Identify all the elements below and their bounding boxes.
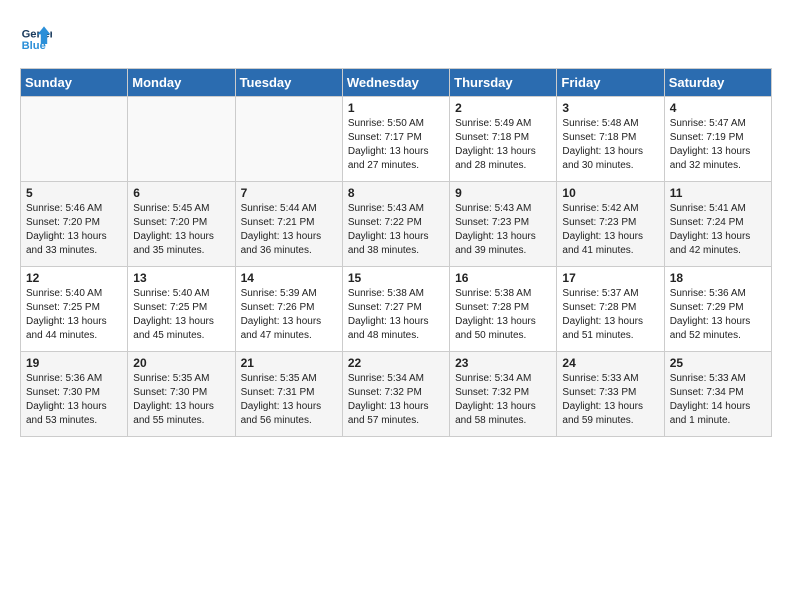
calendar-cell: 6 Sunrise: 5:45 AM Sunset: 7:20 PM Daylig… bbox=[128, 182, 235, 267]
calendar-cell: 18 Sunrise: 5:36 AM Sunset: 7:29 PM Dayli… bbox=[664, 267, 771, 352]
calendar-cell: 17 Sunrise: 5:37 AM Sunset: 7:28 PM Dayli… bbox=[557, 267, 664, 352]
day-number: 19 bbox=[26, 356, 122, 370]
day-info: Sunrise: 5:37 AM Sunset: 7:28 PM Dayligh… bbox=[562, 287, 658, 343]
day-info: Sunrise: 5:33 AM Sunset: 7:33 PM Dayligh… bbox=[562, 372, 658, 428]
calendar-cell bbox=[128, 97, 235, 182]
day-info: Sunrise: 5:38 AM Sunset: 7:28 PM Dayligh… bbox=[455, 287, 551, 343]
calendar-cell: 9 Sunrise: 5:43 AM Sunset: 7:23 PM Daylig… bbox=[450, 182, 557, 267]
day-info: Sunrise: 5:40 AM Sunset: 7:25 PM Dayligh… bbox=[26, 287, 122, 343]
calendar-cell: 15 Sunrise: 5:38 AM Sunset: 7:27 PM Dayli… bbox=[342, 267, 449, 352]
day-number: 17 bbox=[562, 271, 658, 285]
calendar-cell: 3 Sunrise: 5:48 AM Sunset: 7:18 PM Daylig… bbox=[557, 97, 664, 182]
day-info: Sunrise: 5:41 AM Sunset: 7:24 PM Dayligh… bbox=[670, 202, 766, 258]
calendar-cell: 4 Sunrise: 5:47 AM Sunset: 7:19 PM Daylig… bbox=[664, 97, 771, 182]
calendar-cell: 14 Sunrise: 5:39 AM Sunset: 7:26 PM Dayli… bbox=[235, 267, 342, 352]
day-info: Sunrise: 5:34 AM Sunset: 7:32 PM Dayligh… bbox=[348, 372, 444, 428]
page-header: General Blue bbox=[20, 20, 772, 52]
day-number: 6 bbox=[133, 186, 229, 200]
day-number: 23 bbox=[455, 356, 551, 370]
calendar-cell: 8 Sunrise: 5:43 AM Sunset: 7:22 PM Daylig… bbox=[342, 182, 449, 267]
calendar-cell: 21 Sunrise: 5:35 AM Sunset: 7:31 PM Dayli… bbox=[235, 352, 342, 437]
day-info: Sunrise: 5:49 AM Sunset: 7:18 PM Dayligh… bbox=[455, 117, 551, 173]
weekday-header: Wednesday bbox=[342, 69, 449, 97]
day-number: 7 bbox=[241, 186, 337, 200]
logo: General Blue bbox=[20, 20, 52, 52]
day-number: 1 bbox=[348, 101, 444, 115]
calendar-cell: 1 Sunrise: 5:50 AM Sunset: 7:17 PM Daylig… bbox=[342, 97, 449, 182]
calendar-cell: 22 Sunrise: 5:34 AM Sunset: 7:32 PM Dayli… bbox=[342, 352, 449, 437]
day-info: Sunrise: 5:42 AM Sunset: 7:23 PM Dayligh… bbox=[562, 202, 658, 258]
day-number: 18 bbox=[670, 271, 766, 285]
day-number: 24 bbox=[562, 356, 658, 370]
weekday-header: Tuesday bbox=[235, 69, 342, 97]
day-number: 5 bbox=[26, 186, 122, 200]
calendar-cell: 2 Sunrise: 5:49 AM Sunset: 7:18 PM Daylig… bbox=[450, 97, 557, 182]
calendar-cell: 12 Sunrise: 5:40 AM Sunset: 7:25 PM Dayli… bbox=[21, 267, 128, 352]
logo-icon: General Blue bbox=[20, 20, 52, 52]
weekday-header: Thursday bbox=[450, 69, 557, 97]
day-info: Sunrise: 5:38 AM Sunset: 7:27 PM Dayligh… bbox=[348, 287, 444, 343]
day-number: 2 bbox=[455, 101, 551, 115]
day-number: 4 bbox=[670, 101, 766, 115]
calendar-cell: 19 Sunrise: 5:36 AM Sunset: 7:30 PM Dayli… bbox=[21, 352, 128, 437]
day-number: 11 bbox=[670, 186, 766, 200]
calendar-body: 1 Sunrise: 5:50 AM Sunset: 7:17 PM Daylig… bbox=[21, 97, 772, 437]
calendar-cell: 13 Sunrise: 5:40 AM Sunset: 7:25 PM Dayli… bbox=[128, 267, 235, 352]
calendar-cell: 16 Sunrise: 5:38 AM Sunset: 7:28 PM Dayli… bbox=[450, 267, 557, 352]
day-number: 22 bbox=[348, 356, 444, 370]
calendar-cell: 25 Sunrise: 5:33 AM Sunset: 7:34 PM Dayli… bbox=[664, 352, 771, 437]
calendar-cell: 7 Sunrise: 5:44 AM Sunset: 7:21 PM Daylig… bbox=[235, 182, 342, 267]
day-info: Sunrise: 5:46 AM Sunset: 7:20 PM Dayligh… bbox=[26, 202, 122, 258]
day-number: 21 bbox=[241, 356, 337, 370]
calendar-week-row: 12 Sunrise: 5:40 AM Sunset: 7:25 PM Dayli… bbox=[21, 267, 772, 352]
weekday-header: Monday bbox=[128, 69, 235, 97]
day-number: 15 bbox=[348, 271, 444, 285]
day-number: 13 bbox=[133, 271, 229, 285]
day-info: Sunrise: 5:33 AM Sunset: 7:34 PM Dayligh… bbox=[670, 372, 766, 428]
day-info: Sunrise: 5:43 AM Sunset: 7:23 PM Dayligh… bbox=[455, 202, 551, 258]
day-info: Sunrise: 5:40 AM Sunset: 7:25 PM Dayligh… bbox=[133, 287, 229, 343]
day-info: Sunrise: 5:47 AM Sunset: 7:19 PM Dayligh… bbox=[670, 117, 766, 173]
calendar-cell: 20 Sunrise: 5:35 AM Sunset: 7:30 PM Dayli… bbox=[128, 352, 235, 437]
calendar-week-row: 1 Sunrise: 5:50 AM Sunset: 7:17 PM Daylig… bbox=[21, 97, 772, 182]
calendar-cell bbox=[235, 97, 342, 182]
calendar-cell: 24 Sunrise: 5:33 AM Sunset: 7:33 PM Dayli… bbox=[557, 352, 664, 437]
weekday-header: Saturday bbox=[664, 69, 771, 97]
day-number: 16 bbox=[455, 271, 551, 285]
weekday-header: Friday bbox=[557, 69, 664, 97]
day-info: Sunrise: 5:35 AM Sunset: 7:30 PM Dayligh… bbox=[133, 372, 229, 428]
day-info: Sunrise: 5:43 AM Sunset: 7:22 PM Dayligh… bbox=[348, 202, 444, 258]
calendar-week-row: 19 Sunrise: 5:36 AM Sunset: 7:30 PM Dayli… bbox=[21, 352, 772, 437]
weekday-header: Sunday bbox=[21, 69, 128, 97]
calendar-cell bbox=[21, 97, 128, 182]
day-number: 20 bbox=[133, 356, 229, 370]
day-info: Sunrise: 5:44 AM Sunset: 7:21 PM Dayligh… bbox=[241, 202, 337, 258]
day-number: 10 bbox=[562, 186, 658, 200]
day-info: Sunrise: 5:48 AM Sunset: 7:18 PM Dayligh… bbox=[562, 117, 658, 173]
day-info: Sunrise: 5:45 AM Sunset: 7:20 PM Dayligh… bbox=[133, 202, 229, 258]
day-info: Sunrise: 5:36 AM Sunset: 7:29 PM Dayligh… bbox=[670, 287, 766, 343]
calendar-cell: 5 Sunrise: 5:46 AM Sunset: 7:20 PM Daylig… bbox=[21, 182, 128, 267]
calendar-header-row: SundayMondayTuesdayWednesdayThursdayFrid… bbox=[21, 69, 772, 97]
day-number: 12 bbox=[26, 271, 122, 285]
day-number: 25 bbox=[670, 356, 766, 370]
day-number: 8 bbox=[348, 186, 444, 200]
day-info: Sunrise: 5:35 AM Sunset: 7:31 PM Dayligh… bbox=[241, 372, 337, 428]
svg-text:General: General bbox=[22, 29, 52, 41]
day-number: 9 bbox=[455, 186, 551, 200]
day-info: Sunrise: 5:39 AM Sunset: 7:26 PM Dayligh… bbox=[241, 287, 337, 343]
day-number: 14 bbox=[241, 271, 337, 285]
calendar-cell: 10 Sunrise: 5:42 AM Sunset: 7:23 PM Dayli… bbox=[557, 182, 664, 267]
calendar-week-row: 5 Sunrise: 5:46 AM Sunset: 7:20 PM Daylig… bbox=[21, 182, 772, 267]
day-info: Sunrise: 5:34 AM Sunset: 7:32 PM Dayligh… bbox=[455, 372, 551, 428]
calendar-cell: 11 Sunrise: 5:41 AM Sunset: 7:24 PM Dayli… bbox=[664, 182, 771, 267]
day-info: Sunrise: 5:50 AM Sunset: 7:17 PM Dayligh… bbox=[348, 117, 444, 173]
calendar-table: SundayMondayTuesdayWednesdayThursdayFrid… bbox=[20, 68, 772, 437]
day-number: 3 bbox=[562, 101, 658, 115]
calendar-cell: 23 Sunrise: 5:34 AM Sunset: 7:32 PM Dayli… bbox=[450, 352, 557, 437]
day-info: Sunrise: 5:36 AM Sunset: 7:30 PM Dayligh… bbox=[26, 372, 122, 428]
